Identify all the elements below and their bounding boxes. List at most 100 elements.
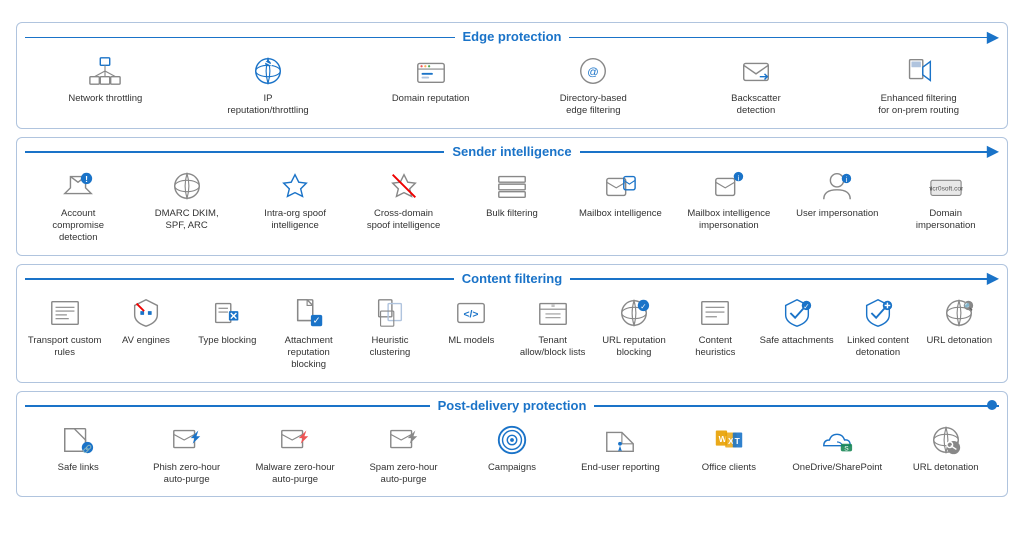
icon-campaigns: [493, 421, 531, 459]
item-malware-zap: Malware zero-hour auto-purge: [251, 419, 339, 489]
icon-bulk-filtering: [493, 167, 531, 205]
item-av-engines: AV engines: [106, 292, 185, 349]
item-enduser-reporting: End-user reporting: [576, 419, 664, 476]
icon-account-compromise: !: [59, 167, 97, 205]
items-row-content: Transport custom rules AV engines Type blo…: [25, 292, 999, 374]
label-mailbox-intel: Mailbox intelligence: [579, 208, 662, 220]
label-safe-attachments: Safe attachments: [760, 335, 834, 347]
item-phish-zap: Phish zero-hour auto-purge: [143, 419, 231, 489]
svg-text:</>: </>: [464, 309, 479, 320]
item-domain-reputation: Domain reputation: [387, 50, 475, 107]
icon-mailbox-intel: [601, 167, 639, 205]
svg-text:S: S: [845, 445, 850, 452]
item-ip-reputation: IP reputation/throttling: [224, 50, 312, 120]
label-av-engines: AV engines: [122, 335, 170, 347]
section-title-edge: Edge protection: [455, 29, 570, 44]
item-bulk-filtering: Bulk filtering: [468, 165, 556, 222]
section-header-content: Content filtering▶: [25, 271, 999, 286]
icon-tenant-list: ≡: [534, 294, 572, 332]
item-mailbox-intel: Mailbox intelligence: [576, 165, 664, 222]
label-account-compromise: Account compromise detection: [36, 208, 120, 245]
label-campaigns: Campaigns: [488, 462, 536, 474]
item-campaigns: Campaigns: [468, 419, 556, 476]
item-spam-zap: Spam zero-hour auto-purge: [360, 419, 448, 489]
label-url-rep: URL reputation blocking: [596, 335, 671, 360]
item-enhanced-filtering: Enhanced filtering for on-prem routing: [875, 50, 963, 120]
icon-phish-zap: [168, 421, 206, 459]
label-directory-filtering: Directory-based edge filtering: [551, 93, 635, 118]
section-title-postdelivery: Post-delivery protection: [430, 398, 595, 413]
label-office-clients: Office clients: [702, 462, 756, 474]
icon-spam-zap: [385, 421, 423, 459]
item-office-clients: WXT Office clients: [685, 419, 773, 476]
label-mailbox-impersonation: Mailbox intelligence impersonation: [687, 208, 771, 233]
icon-ml-models: </>: [452, 294, 490, 332]
icon-domain-reputation: [412, 52, 450, 90]
label-cross-domain-spoof: Cross-domain spoof intelligence: [362, 208, 446, 233]
svg-text:≡: ≡: [551, 302, 555, 309]
icon-url-detonation-post: [927, 421, 965, 459]
label-malware-zap: Malware zero-hour auto-purge: [253, 462, 337, 487]
section-header-sender: Sender intelligence ▶: [25, 144, 999, 159]
icon-enhanced-filtering: [900, 52, 938, 90]
label-heuristic: Heuristic clustering: [352, 335, 427, 360]
item-type-blocking: Type blocking: [188, 292, 267, 349]
item-user-impersonation: i User impersonation: [793, 165, 881, 222]
item-linked-content: Linked content detonation: [838, 292, 917, 362]
icon-onedrive-sharepoint: S: [818, 421, 856, 459]
label-tenant-list: Tenant allow/block lists: [515, 335, 590, 360]
item-heuristic: Heuristic clustering: [350, 292, 429, 362]
label-backscatter: Backscatter detection: [714, 93, 798, 118]
icon-type-blocking: [208, 294, 246, 332]
section-dot-postdelivery: [987, 400, 997, 410]
icon-backscatter: [737, 52, 775, 90]
item-transport-rules: Transport custom rules: [25, 292, 104, 362]
label-phish-zap: Phish zero-hour auto-purge: [145, 462, 229, 487]
svg-text:🔗: 🔗: [83, 443, 93, 453]
section-header-edge: Edge protection▶: [25, 29, 999, 44]
item-content-heuristics: Content heuristics: [676, 292, 755, 362]
section-arrow-sender: ▶: [987, 141, 999, 161]
icon-domain-impersonation: micr0soft.com: [927, 167, 965, 205]
label-network-throttling: Network throttling: [68, 93, 142, 105]
icon-enduser-reporting: [601, 421, 639, 459]
label-onedrive-sharepoint: OneDrive/SharePoint: [792, 462, 882, 474]
item-mailbox-impersonation: i Mailbox intelligence impersonation: [685, 165, 773, 235]
svg-text:✓: ✓: [803, 302, 809, 311]
icon-linked-content: [859, 294, 897, 332]
label-attachment-rep: Attachment reputation blocking: [271, 335, 346, 372]
label-dmarc-dkim: DMARC DKIM, SPF, ARC: [145, 208, 229, 233]
items-row-sender: !Account compromise detection DMARC DKIM,…: [25, 165, 999, 247]
item-account-compromise: !Account compromise detection: [34, 165, 122, 247]
icon-intra-org-spoof: [276, 167, 314, 205]
icon-safe-attachments: ✓: [778, 294, 816, 332]
section-edge: Edge protection▶ Network throttling IP rep…: [16, 22, 1008, 129]
section-arrow-content: ▶: [987, 268, 999, 288]
label-domain-reputation: Domain reputation: [392, 93, 470, 105]
label-enhanced-filtering: Enhanced filtering for on-prem routing: [877, 93, 961, 118]
item-network-throttling: Network throttling: [61, 50, 149, 107]
label-user-impersonation: User impersonation: [796, 208, 878, 220]
label-bulk-filtering: Bulk filtering: [486, 208, 538, 220]
section-title-sender: Sender intelligence: [444, 144, 579, 159]
item-dmarc-dkim: DMARC DKIM, SPF, ARC: [143, 165, 231, 235]
svg-text:✓: ✓: [640, 302, 646, 311]
icon-user-impersonation: i: [818, 167, 856, 205]
label-enduser-reporting: End-user reporting: [581, 462, 660, 474]
item-safe-attachments: ✓ Safe attachments: [757, 292, 836, 349]
label-type-blocking: Type blocking: [198, 335, 256, 347]
icon-malware-zap: [276, 421, 314, 459]
section-content: Content filtering▶ Transport custom rules…: [16, 264, 1008, 383]
label-content-heuristics: Content heuristics: [678, 335, 753, 360]
icon-mailbox-impersonation: i: [710, 167, 748, 205]
icon-directory-filtering: @: [574, 52, 612, 90]
svg-text:T: T: [735, 436, 741, 446]
icon-office-clients: WXT: [710, 421, 748, 459]
item-backscatter: Backscatter detection: [712, 50, 800, 120]
item-directory-filtering: @ Directory-based edge filtering: [549, 50, 637, 120]
section-sender: Sender intelligence▶!Account compromise …: [16, 137, 1008, 256]
icon-attachment-rep: ✓: [290, 294, 328, 332]
item-domain-impersonation: micr0soft.comDomain impersonation: [902, 165, 990, 235]
svg-text:micr0soft.com: micr0soft.com: [929, 185, 963, 192]
svg-text:✓: ✓: [312, 315, 320, 326]
